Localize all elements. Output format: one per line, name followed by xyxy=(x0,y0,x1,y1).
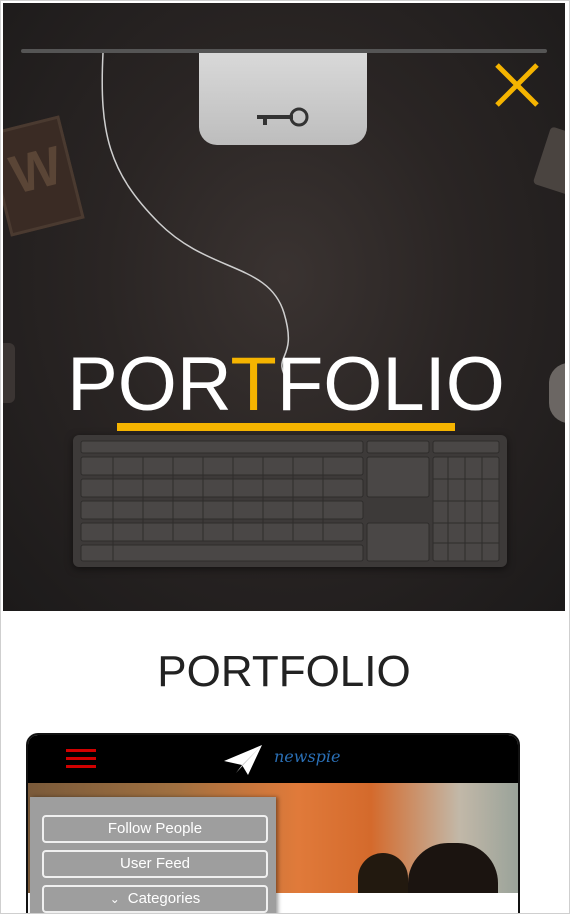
menu-item-user-feed[interactable]: User Feed xyxy=(42,850,268,878)
close-icon xyxy=(495,63,539,107)
chevron-down-icon: ⌄ xyxy=(109,892,120,906)
preview-topbar: newspie xyxy=(28,735,518,783)
menu-item-label: Categories xyxy=(127,890,201,907)
preview-logo-text: newspie xyxy=(274,747,341,766)
hero-banner: W PORTFOLIO xyxy=(3,3,565,611)
hero-title-part2: FOLIO xyxy=(276,342,505,427)
menu-item-label: User Feed xyxy=(119,855,191,872)
keyboard-image xyxy=(73,435,507,567)
hamburger-menu-icon xyxy=(66,749,96,769)
letter-block-decor: W xyxy=(3,115,85,237)
photo-silhouette xyxy=(358,853,408,893)
hero-title-accent: T xyxy=(230,342,277,427)
preview-side-menu: Follow People User Feed ⌄ Categories xyxy=(30,797,276,913)
close-button[interactable] xyxy=(493,61,541,109)
hero-title: PORTFOLIO xyxy=(3,341,565,428)
portfolio-preview-card[interactable]: newspie Follow People User Feed ⌄ Categor… xyxy=(26,733,520,913)
hero-underline xyxy=(117,423,455,431)
photo-silhouette xyxy=(408,843,498,893)
section-title: PORTFOLIO xyxy=(157,647,411,696)
hero-title-part1: POR xyxy=(67,342,231,427)
menu-item-follow-people[interactable]: Follow People xyxy=(42,815,268,843)
paper-plane-icon xyxy=(224,745,262,775)
keyboard-keys xyxy=(80,440,500,562)
menu-item-categories[interactable]: ⌄ Categories xyxy=(42,885,268,913)
camera-decor xyxy=(532,126,565,196)
page-frame: W PORTFOLIO PORTFOLIO newspie Follow Peo… xyxy=(0,0,570,914)
menu-item-label: Follow People xyxy=(107,820,203,837)
